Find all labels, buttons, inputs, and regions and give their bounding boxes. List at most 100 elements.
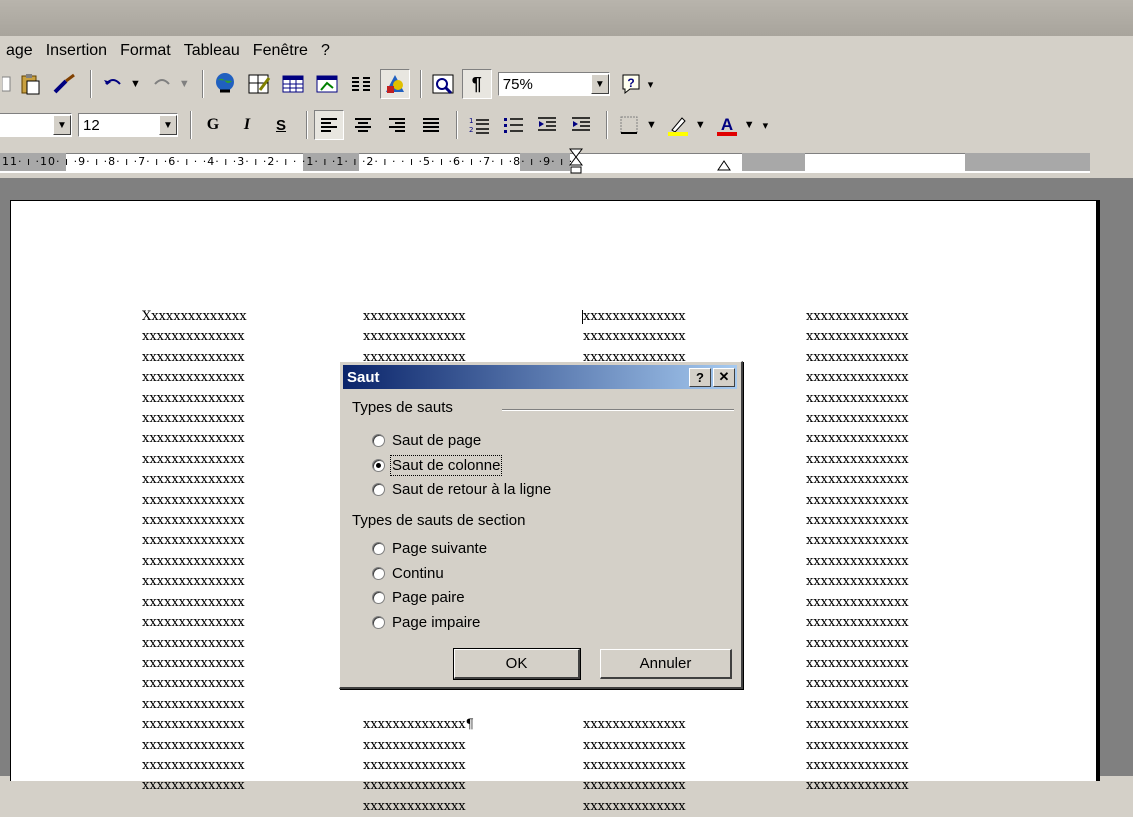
radio-continuous[interactable]: Continu (372, 565, 444, 582)
radio-label: Saut de page (392, 432, 482, 449)
format-painter-button[interactable] (50, 69, 80, 99)
toolbar-options-icon[interactable]: ▾ (648, 78, 654, 91)
font-size-select[interactable]: 12 ▼ (78, 113, 178, 137)
globe-link-icon (215, 73, 234, 93)
increase-indent-button[interactable] (566, 110, 596, 140)
ok-button[interactable]: OK (453, 648, 581, 680)
help-button[interactable]: ? (689, 367, 711, 387)
separator (306, 111, 308, 139)
menu-page[interactable]: age (6, 42, 33, 60)
columns-button[interactable] (346, 69, 376, 99)
group-label-break-types: Types de sauts (352, 399, 453, 416)
radio-label: Page paire (392, 589, 465, 606)
horizontal-ruler[interactable]: 11· ı ·10· ı ·9· ı ·8· ı ·7· ı ·6· ı · ·… (0, 147, 1133, 177)
font-color-icon: A (716, 115, 737, 136)
bullet-list-icon (504, 118, 523, 133)
menu-help[interactable]: ? (321, 42, 330, 60)
underline-button[interactable]: S (266, 110, 296, 140)
drawing-button[interactable] (379, 69, 410, 99)
align-center-button[interactable] (348, 110, 378, 140)
tab-stop-icon[interactable] (716, 157, 732, 173)
border-icon (620, 116, 638, 134)
radio-text-wrapping-break[interactable]: Saut de retour à la ligne (372, 481, 551, 498)
svg-text:2: 2 (469, 126, 473, 134)
highlight-button[interactable] (663, 110, 693, 140)
font-size-dropdown-icon[interactable]: ▼ (159, 115, 177, 135)
zoom-select[interactable]: 75% ▼ (497, 72, 610, 96)
radio-label: Page impaire (392, 614, 481, 631)
help-icon: ? (622, 74, 640, 95)
separator (90, 70, 92, 98)
radio-label: Page suivante (392, 540, 488, 557)
align-right-icon (389, 118, 405, 132)
toolbar-options-icon[interactable]: ▾ (763, 119, 769, 132)
hyperlink-button[interactable] (210, 69, 240, 99)
italic-label: I (243, 116, 251, 133)
menu-insertion[interactable]: Insertion (46, 42, 107, 60)
table-icon (282, 75, 304, 93)
italic-button[interactable]: I (232, 110, 262, 140)
font-color-button[interactable]: A (712, 110, 742, 140)
radio-page-break[interactable]: Saut de page (372, 432, 481, 449)
insert-table-button[interactable] (278, 69, 308, 99)
show-hide-button[interactable]: ¶ (461, 69, 492, 99)
standard-toolbar: ▼ ▼ ¶ 75% ▼ ? ▾ (0, 66, 1133, 102)
dialog-title: Saut (347, 368, 380, 386)
close-button[interactable]: ✕ (713, 367, 735, 387)
radio-label: Continu (392, 565, 444, 582)
font-color-dropdown-icon[interactable]: ▼ (744, 119, 755, 131)
radio-odd-page[interactable]: Page impaire (372, 614, 480, 631)
radio-icon (372, 434, 385, 447)
zoom-value: 75% (502, 75, 533, 93)
radio-label: Saut de colonne (389, 455, 503, 476)
radio-icon (372, 616, 385, 629)
numbered-list-icon: 12 (469, 117, 489, 134)
font-dropdown-icon[interactable]: ▼ (53, 115, 71, 135)
align-right-button[interactable] (382, 110, 412, 140)
menu-fenetre[interactable]: Fenêtre (253, 42, 308, 60)
paste-button[interactable] (16, 69, 46, 99)
undo-button[interactable] (98, 69, 128, 99)
font-size-value: 12 (83, 116, 100, 134)
tables-borders-button[interactable] (244, 69, 274, 99)
insert-excel-button[interactable] (312, 69, 342, 99)
break-dialog: Saut ? ✕ Types de sauts Saut de page Sau… (339, 361, 743, 689)
borders-dropdown-icon[interactable]: ▼ (646, 119, 657, 131)
font-name-select[interactable]: ▼ (0, 113, 72, 137)
radio-column-break[interactable]: Saut de colonne (372, 455, 503, 476)
zoom-dropdown-icon[interactable]: ▼ (590, 74, 609, 94)
separator (190, 111, 192, 139)
highlighter-icon (667, 117, 688, 136)
numbering-button[interactable]: 12 (464, 110, 494, 140)
menu-format[interactable]: Format (120, 42, 171, 60)
drawing-icon (385, 75, 404, 93)
decrease-indent-button[interactable] (532, 110, 562, 140)
cancel-button[interactable]: Annuler (600, 649, 732, 679)
undo-dropdown-icon[interactable]: ▼ (130, 78, 141, 90)
separator (419, 70, 422, 98)
bold-label: G (206, 116, 220, 133)
align-left-button[interactable] (314, 110, 344, 140)
document-map-button[interactable] (428, 69, 458, 99)
cancel-label: Annuler (639, 655, 692, 672)
menu-tableau[interactable]: Tableau (184, 42, 240, 60)
pilcrow-icon: ¶ (471, 73, 482, 94)
borders-button[interactable] (614, 110, 644, 140)
highlight-dropdown-icon[interactable]: ▼ (695, 119, 706, 131)
bold-button[interactable]: G (198, 110, 228, 140)
radio-icon (372, 542, 385, 555)
separator (456, 111, 458, 139)
brush-icon (53, 73, 75, 94)
radio-next-page[interactable]: Page suivante (372, 540, 487, 557)
question-icon: ? (696, 369, 704, 385)
office-assistant-button[interactable]: ? (616, 69, 646, 99)
indent-marker-icon[interactable] (568, 147, 584, 177)
bullets-button[interactable] (498, 110, 528, 140)
radio-selected-icon (372, 459, 385, 472)
svg-text:?: ? (627, 76, 634, 90)
redo-button[interactable] (147, 69, 177, 99)
justify-button[interactable] (416, 110, 446, 140)
radio-even-page[interactable]: Page paire (372, 589, 465, 606)
partial-button-icon[interactable] (0, 69, 14, 99)
redo-dropdown-icon[interactable]: ▼ (179, 78, 190, 90)
